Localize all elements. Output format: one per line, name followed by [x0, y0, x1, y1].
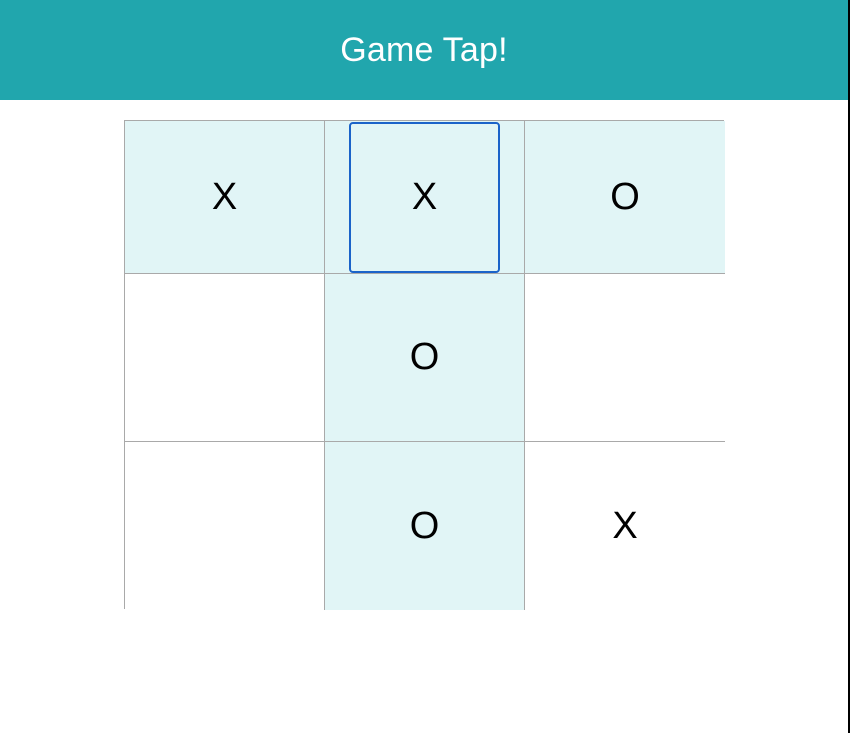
cell-mark: O	[409, 336, 440, 378]
cell-mark: O	[610, 175, 640, 218]
board-cell-r2-c2[interactable]: O	[325, 274, 525, 442]
board-cell-r3-c3[interactable]: X	[525, 442, 725, 610]
board-cell-r1-c1[interactable]: X	[125, 121, 325, 274]
cell-mark: X	[612, 504, 638, 547]
board-cell-r3-c2[interactable]: O	[325, 442, 525, 610]
board-cell-r1-c3[interactable]: O	[525, 121, 725, 274]
cell-mark: X	[211, 175, 238, 218]
board-cell-r2-c3[interactable]	[525, 274, 725, 442]
app-header: Game Tap!	[0, 0, 848, 100]
game-board: X X O O O X	[124, 120, 725, 610]
board-cell-r3-c1[interactable]	[125, 442, 325, 610]
board-cell-r2-c1[interactable]	[125, 274, 325, 442]
app-title: Game Tap!	[340, 30, 508, 69]
board-cell-r1-c2[interactable]: X	[325, 121, 525, 274]
cell-mark: O	[409, 504, 440, 547]
cell-mark: X	[411, 175, 438, 218]
